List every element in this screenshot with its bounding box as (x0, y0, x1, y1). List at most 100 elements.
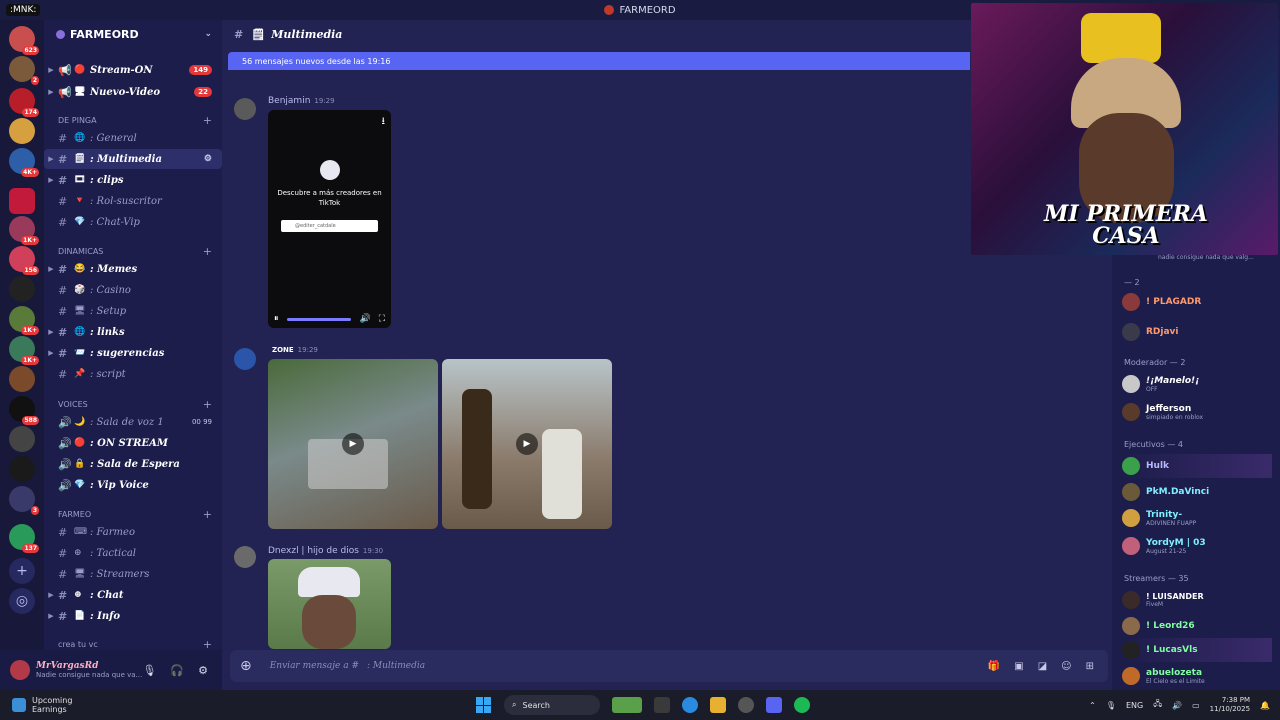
guild-icon[interactable]: 1K+ (9, 306, 39, 335)
guild-icon[interactable] (9, 118, 35, 144)
video-attachment[interactable]: ⭳ Descubre a más creadores en TikTok @ed… (268, 110, 391, 328)
play-icon[interactable]: ▶ (516, 433, 538, 455)
channel-general[interactable]: # 🌐 : General (44, 128, 222, 148)
chevron-up-icon[interactable]: ⌃ (1089, 701, 1096, 710)
channel-links[interactable]: ▶ # 🌐 : links (44, 322, 222, 342)
video-thumbnail[interactable]: ▶ (442, 359, 612, 529)
image-attachment[interactable] (268, 559, 391, 649)
gif-icon[interactable]: ▣ (1014, 661, 1023, 672)
microphone-icon[interactable]: 🎙 (1106, 701, 1116, 710)
guild-icon[interactable]: 3 (9, 486, 39, 515)
member-item[interactable]: Trinity- ADIVINEN FUAPP (1122, 506, 1272, 530)
widgets-button[interactable]: Upcoming Earnings (12, 696, 72, 714)
member-item[interactable]: YordyM | 03 August 21-25 (1122, 534, 1272, 558)
channel-nuevo-video[interactable]: ▶ 📢 🖥 Nuevo-Video 22 (44, 82, 222, 102)
guild-icon[interactable] (9, 276, 35, 302)
channel-chat[interactable]: ▶ # ⊕ : Chat (44, 585, 222, 605)
add-channel-icon[interactable]: + (203, 245, 212, 258)
tiktok-search[interactable]: @editer_catdale (281, 220, 378, 232)
video-progress[interactable] (286, 317, 352, 321)
channel-info[interactable]: ▶ # 📄 : Info (44, 606, 222, 626)
guild-icon[interactable]: 2 (9, 56, 39, 85)
add-server-icon[interactable]: + (9, 558, 35, 584)
channel-sala-de-voz-1[interactable]: 🔊 🌙 : Sala de voz 1 00 99 (44, 412, 222, 432)
download-icon[interactable]: ⭳ (382, 114, 386, 131)
windows-start-icon[interactable] (476, 697, 492, 713)
category-crea-tu-vc[interactable]: crea tu vc + (44, 636, 222, 651)
language-indicator[interactable]: ENG (1126, 701, 1143, 710)
gift-icon[interactable]: 🎁 (988, 661, 1000, 672)
guild-icon[interactable] (9, 456, 35, 482)
channel-streamers[interactable]: # 🖥 : Streamers (44, 564, 222, 584)
fullscreen-icon[interactable]: ⛶ (379, 314, 385, 324)
channel-rol-suscritor[interactable]: # 🔻 : Rol-suscritor (44, 191, 222, 211)
member-item[interactable]: PkM.DaVinci (1122, 480, 1272, 504)
channel-memes[interactable]: ▶ # 😂 : Memes (44, 259, 222, 279)
category-dinamicas[interactable]: DINAMICAS + (44, 243, 222, 259)
add-channel-icon[interactable]: + (203, 398, 212, 411)
channel-on-stream[interactable]: 🔊 🔴 : ON STREAM (44, 433, 222, 453)
channel-farmeo[interactable]: # ⌨ : Farmeo (44, 522, 222, 542)
member-item[interactable]: RDjavi (1122, 320, 1272, 344)
pause-icon[interactable]: ⏸ (274, 314, 279, 324)
spotify-icon[interactable] (794, 697, 810, 713)
member-item[interactable]: ! LucasVls (1122, 638, 1272, 662)
taskbar-search[interactable]: ⌕ Search (504, 695, 600, 715)
category-farmeo[interactable]: FARMEO + (44, 506, 222, 522)
volume-icon[interactable]: 🔊 (359, 314, 370, 324)
member-item[interactable]: Jefferson simpiado en roblox (1122, 400, 1272, 424)
apps-icon[interactable]: ⊞ (1086, 661, 1094, 672)
avatar[interactable] (234, 348, 256, 370)
member-item[interactable]: ! LUISANDER FiveM (1122, 588, 1272, 612)
guild-icon[interactable]: 137 (9, 524, 39, 553)
add-channel-icon[interactable]: + (203, 114, 212, 127)
play-icon[interactable]: ▶ (342, 433, 364, 455)
channel-multimedia[interactable]: ▶ # 🗒 : Multimedia ⚙ (44, 149, 222, 169)
discord-icon[interactable] (766, 697, 782, 713)
member-item[interactable]: ! PLAGADR (1122, 290, 1272, 314)
guild-icon[interactable] (9, 366, 35, 392)
game-app-icon[interactable] (612, 697, 642, 713)
message-author[interactable]: Benjamin (268, 96, 310, 106)
emoji-icon[interactable]: ☺ (1061, 661, 1071, 672)
channel-tactical[interactable]: # ⊕ : Tactical (44, 543, 222, 563)
guild-icon[interactable]: 588 (9, 396, 39, 425)
gear-icon[interactable]: ⚙ (198, 664, 208, 677)
channel-clips[interactable]: ▶ # 🎞 : clips (44, 170, 222, 190)
edge-icon[interactable] (682, 697, 698, 713)
add-channel-icon[interactable]: + (203, 638, 212, 651)
avatar[interactable] (10, 660, 30, 680)
chevron-down-icon[interactable]: ⌄ (204, 29, 212, 39)
guild-icon[interactable]: 4K+ (9, 148, 39, 177)
channel-setup[interactable]: # 🖥 : Setup (44, 301, 222, 321)
clock[interactable]: 7:38 PM 11/10/2025 (1210, 696, 1250, 714)
headphones-icon[interactable]: 🎧 (170, 664, 184, 677)
guild-icon[interactable]: 1K+ (9, 216, 39, 245)
notification-icon[interactable]: 🔔 (1260, 701, 1270, 710)
avatar[interactable] (234, 546, 256, 568)
channel-sugerencias[interactable]: ▶ # 📨 : sugerencias (44, 343, 222, 363)
add-channel-icon[interactable]: + (203, 508, 212, 521)
member-item[interactable]: ! Leord26 (1122, 614, 1272, 638)
member-item[interactable]: Hulk (1122, 454, 1272, 478)
folder-icon[interactable] (710, 697, 726, 713)
add-attachment-icon[interactable]: ⊕ (240, 658, 252, 674)
volume-icon[interactable]: 🔊 (1172, 701, 1182, 710)
sticker-icon[interactable]: ◪ (1038, 661, 1047, 672)
message-author[interactable]: Dnexzl | hijo de dios (268, 546, 359, 556)
channel-sala-de-espera[interactable]: 🔊 🔒 : Sala de Espera (44, 454, 222, 474)
message-composer[interactable]: ⊕ Enviar mensaje a # : Multimedia 🎁 ▣ ◪ … (230, 650, 1108, 682)
avatar[interactable] (234, 98, 256, 120)
member-item[interactable]: abuelozeta El Cielo es el Limite (1122, 664, 1272, 688)
network-icon[interactable]: 🖧 (1153, 698, 1162, 712)
obs-icon[interactable] (738, 697, 754, 713)
category-voices[interactable]: VOICES + (44, 396, 222, 412)
guild-icon[interactable]: 174 (9, 88, 39, 117)
discover-icon[interactable]: ◎ (9, 588, 35, 614)
video-thumbnail[interactable]: ▶ (268, 359, 438, 529)
member-item[interactable]: !¡Manelo!¡ OFF (1122, 372, 1272, 396)
guild-icon[interactable]: 156 (9, 246, 39, 275)
channel-settings-icon[interactable]: ⚙ (204, 154, 212, 164)
channel-script[interactable]: # 📌 : script (44, 364, 222, 384)
guild-icon[interactable]: 623 (9, 26, 39, 55)
